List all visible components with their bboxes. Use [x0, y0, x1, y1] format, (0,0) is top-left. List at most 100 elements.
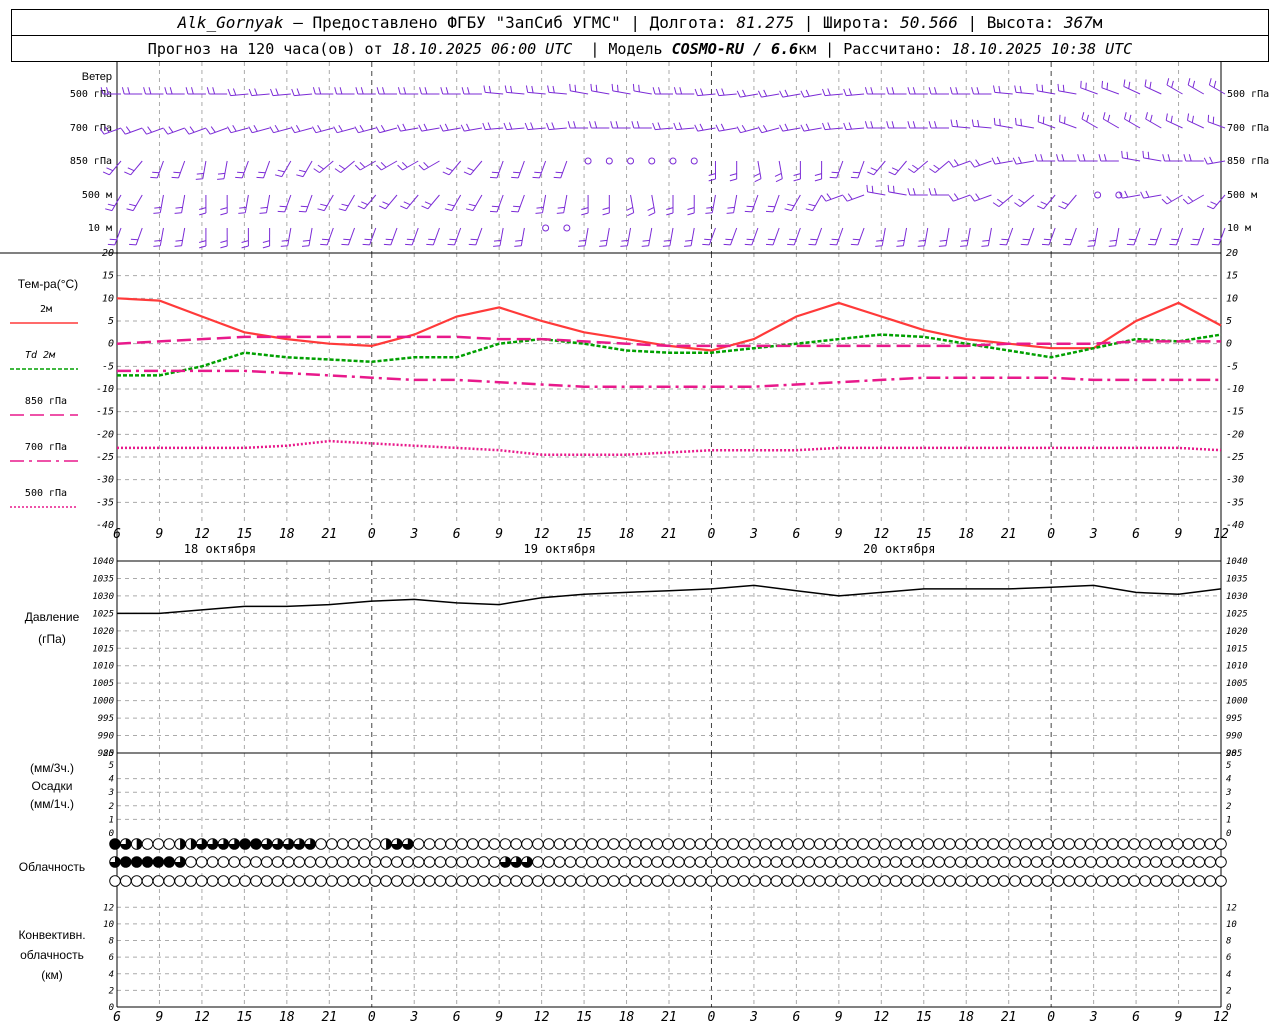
wind-barb-feather [1077, 154, 1081, 162]
wind-barb-feather [666, 212, 674, 216]
wind-barb-feather [641, 245, 649, 247]
x-tick-label: 6 [792, 527, 800, 542]
cloud-symbol [488, 875, 501, 887]
wind-barb-feather [928, 188, 932, 196]
wind-barb [633, 90, 652, 95]
wind-barb-feather [843, 122, 847, 130]
wind-barb-feather [491, 171, 499, 174]
wind-barb-feather [982, 239, 990, 242]
wind-barb-feather [254, 88, 258, 96]
wind-barb-feather [510, 85, 513, 93]
cloud-symbol [673, 875, 685, 887]
x-tick-label-bottom: 9 [835, 1010, 843, 1024]
wind-barb [241, 160, 249, 179]
wind-barb-feather [196, 172, 204, 175]
wind-barb-feather [461, 87, 465, 95]
wind-level-label-right: 850 гПа [1227, 156, 1269, 167]
wind-barb-feather [907, 168, 915, 174]
wind-barb-feather [1022, 238, 1030, 241]
wind-barb-feather [212, 87, 216, 95]
convective-title2: облачность [20, 948, 84, 962]
cloud-symbol [1095, 856, 1108, 868]
wind-barb-feather [757, 90, 762, 98]
cloud-symbol [608, 875, 620, 887]
wind-barb [294, 127, 313, 134]
wind-barb-feather [489, 210, 498, 213]
cloud-symbol [759, 856, 772, 868]
wind-barb-feather [1059, 114, 1061, 122]
wind-barb [994, 124, 1013, 129]
wind-barb-feather [547, 85, 550, 93]
wind-barb-feather [1187, 196, 1194, 202]
cloud-symbol [369, 838, 381, 850]
wind-barb-feather [847, 193, 853, 200]
wind-barb-feather [658, 87, 661, 95]
temp-title: Тем-ра(°C) [18, 277, 78, 291]
wind-barb-feather [1208, 78, 1212, 86]
wind-barb-feather [220, 240, 228, 243]
wind-barb-feather [789, 238, 797, 241]
cloud-symbol [445, 838, 457, 850]
wind-barb [994, 91, 1013, 95]
wind-barb-feather [504, 85, 507, 93]
wind-barb-feather [163, 128, 169, 135]
wind-barb-feather [1061, 154, 1065, 162]
wind-barb-feather [687, 207, 695, 210]
wind-barb-feather [784, 208, 792, 212]
wind-barb [584, 227, 589, 246]
cloud-symbol [488, 856, 501, 868]
cloud-symbol [748, 875, 761, 887]
cloud-symbol [315, 875, 327, 887]
wind-barb-feather [253, 124, 258, 132]
wind-barb-feather [217, 178, 225, 180]
wind-barb [563, 194, 568, 213]
wind-barb-feather [742, 89, 746, 97]
wind-barb-feather [754, 178, 762, 183]
wind-barb-feather [301, 245, 310, 247]
wind-barb-feather [354, 126, 359, 133]
wind-barb-feather [383, 243, 391, 246]
wind-barb [1016, 160, 1035, 165]
wind-barb [793, 227, 801, 246]
wind-barb [824, 93, 843, 97]
wind-barb [464, 127, 483, 132]
wind-barb-feather [870, 121, 874, 129]
wind-barb-feather [1085, 82, 1087, 90]
wind-barb [1043, 194, 1056, 210]
wind-barb [987, 227, 992, 246]
cloud-symbol [748, 838, 761, 850]
wind-barb-feather [631, 121, 635, 129]
cloud-symbol [445, 856, 457, 868]
x-tick-label-bottom: 21 [1001, 1010, 1017, 1024]
wind-barb-feather [1101, 80, 1103, 88]
wind-barb [1213, 194, 1226, 210]
cloud-symbol [315, 856, 327, 868]
cloud-symbol [293, 875, 306, 887]
cloud-symbol [575, 856, 588, 868]
convective-unit: (км) [41, 968, 63, 982]
y-tick-label-right: 1000 [1226, 697, 1248, 707]
legend-label-2: Td 2м [25, 350, 56, 361]
wind-barb [846, 93, 865, 97]
cloud-symbol [781, 856, 794, 868]
cloud-symbol [683, 856, 696, 868]
wind-barb-feather [1106, 82, 1109, 90]
cloud-symbols [109, 838, 1227, 887]
y-tick-label-left: 990 [98, 732, 114, 742]
wind-barb [761, 127, 780, 134]
cloud-symbol [521, 875, 533, 887]
wind-barb-feather [489, 176, 498, 179]
wind-barb-feather [334, 87, 337, 95]
wind-barb-feather [397, 124, 401, 132]
wind-barb-feather [1147, 151, 1150, 159]
x-tick-label: 15 [576, 527, 592, 542]
wind-barb [751, 194, 759, 213]
wind-barb [857, 160, 865, 179]
wind-barb [711, 194, 716, 213]
wind-barb-feather [617, 84, 619, 92]
wind-barb-feather [827, 88, 831, 96]
wind-barb-feather [615, 121, 619, 129]
cloud-symbol [1215, 875, 1227, 887]
cloud-symbol [944, 856, 956, 868]
wind-barb [385, 194, 398, 210]
